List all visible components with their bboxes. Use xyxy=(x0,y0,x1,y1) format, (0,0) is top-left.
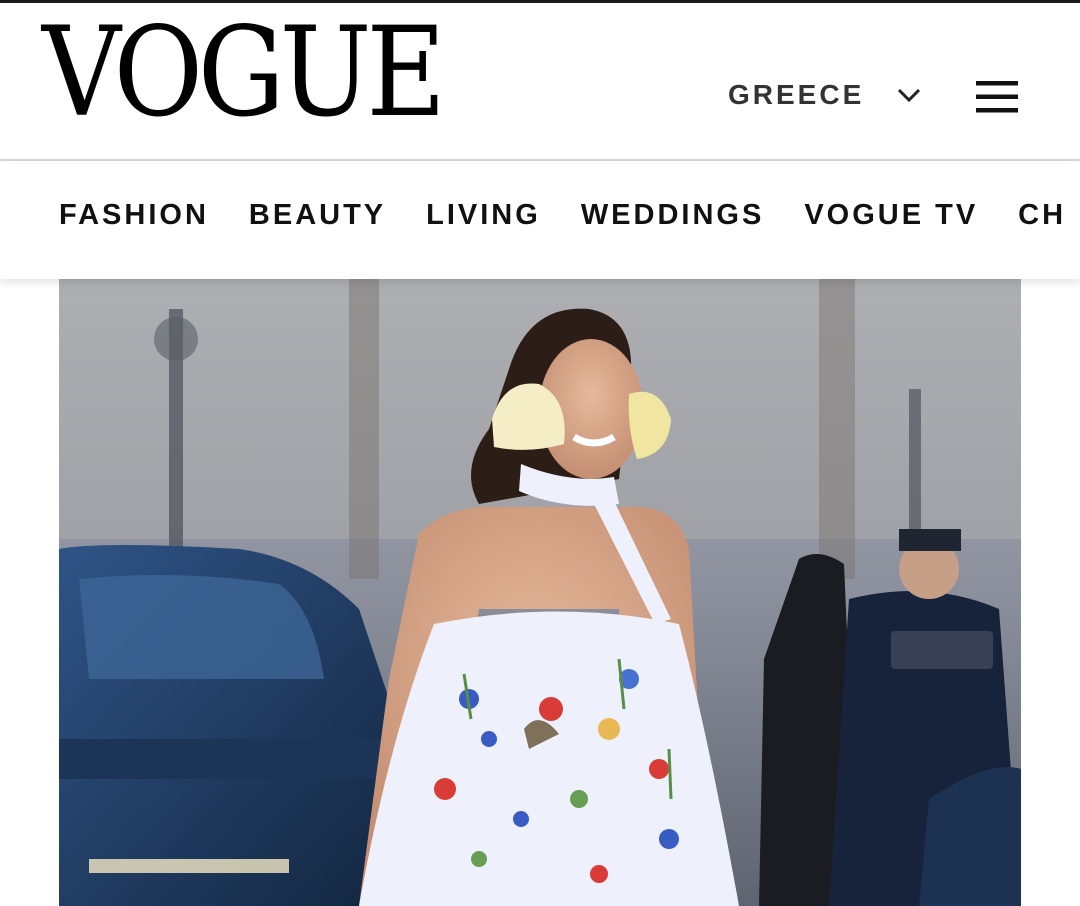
hamburger-menu-icon[interactable] xyxy=(974,77,1020,117)
vogue-logo[interactable]: VOGUE xyxy=(42,11,446,135)
hero-image[interactable] xyxy=(59,279,1021,906)
street-style-photo xyxy=(59,279,1021,906)
edition-selector[interactable]: GREECE xyxy=(728,75,922,115)
nav-list: FASHION BEAUTY LIVING WEDDINGS VOGUE TV … xyxy=(59,199,1080,232)
nav-item-living[interactable]: LIVING xyxy=(426,199,541,232)
category-nav: FASHION BEAUTY LIVING WEDDINGS VOGUE TV … xyxy=(0,161,1080,279)
chevron-down-icon xyxy=(898,88,921,103)
nav-item-partial[interactable]: CH xyxy=(1018,199,1066,232)
nav-item-fashion[interactable]: FASHION xyxy=(59,199,209,232)
nav-item-beauty[interactable]: BEAUTY xyxy=(249,199,386,232)
edition-label: GREECE xyxy=(728,79,865,110)
nav-item-vogue-tv[interactable]: VOGUE TV xyxy=(804,199,978,232)
nav-item-weddings[interactable]: WEDDINGS xyxy=(581,199,765,232)
site-header: VOGUE GREECE xyxy=(0,3,1080,159)
